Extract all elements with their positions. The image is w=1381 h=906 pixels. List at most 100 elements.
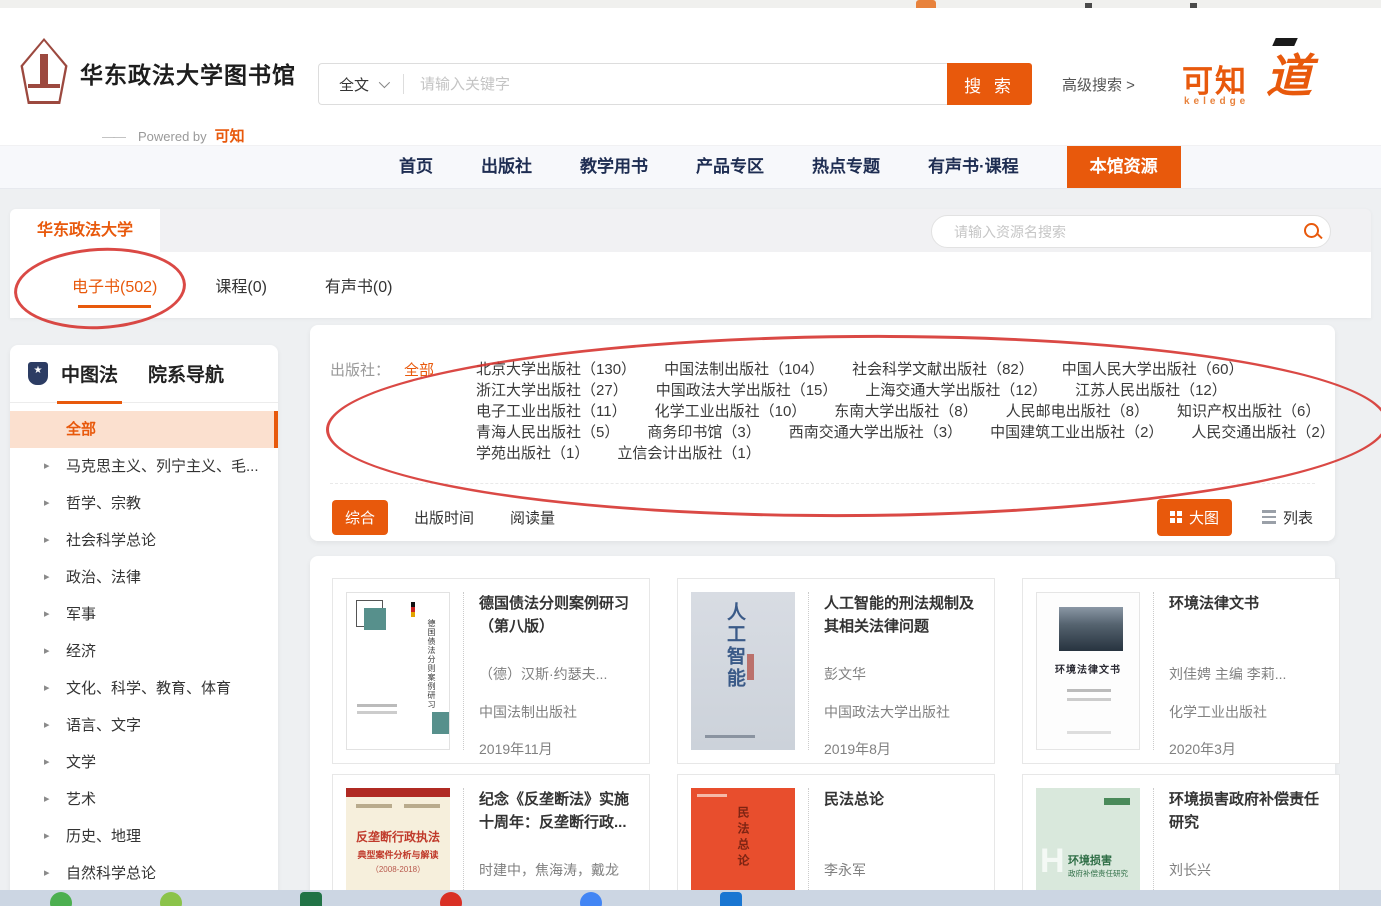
category-item-12[interactable]: ▸自然科学总论 — [10, 855, 278, 892]
publisher-link[interactable]: 立信会计出版社（1） — [617, 443, 760, 464]
publisher-link[interactable]: 中国法制出版社（104） — [664, 359, 824, 380]
search-scope-value: 全文 — [339, 74, 369, 95]
taskbar-app-icon[interactable] — [160, 892, 182, 906]
nav-item-2[interactable]: 教学用书 — [580, 146, 648, 188]
category-item-4[interactable]: ▸政治、法律 — [10, 559, 278, 596]
nav-item-4[interactable]: 热点专题 — [812, 146, 880, 188]
book-card-2[interactable]: 环境法律文书环境法律文书刘佳娉 主编 李莉...化学工业出版社2020年3月 — [1022, 578, 1340, 764]
arrow-right-icon: ▸ — [44, 596, 50, 633]
publisher-link[interactable]: 学苑出版社（1） — [476, 443, 589, 464]
category-item-8[interactable]: ▸语言、文字 — [10, 707, 278, 744]
advanced-search-link[interactable]: 高级搜索 > — [1062, 74, 1135, 95]
search-input[interactable] — [404, 76, 947, 93]
category-item-2[interactable]: ▸哲学、宗教 — [10, 485, 278, 522]
category-label: 马克思主义、列宁主义、毛... — [66, 458, 259, 475]
book-cover: 德国债法分则案例研习 — [346, 592, 450, 750]
book-date: 2019年11月 — [479, 739, 553, 759]
taskbar-app-icon[interactable] — [580, 892, 602, 906]
sidebar-tab-departments[interactable]: 院系导航 — [148, 360, 224, 387]
publisher-link[interactable]: 商务印书馆（3） — [647, 422, 760, 443]
taskbar-app-icon[interactable] — [720, 892, 742, 906]
nav-item-1[interactable]: 出版社 — [481, 146, 532, 188]
arrow-right-icon: ▸ — [44, 670, 50, 707]
book-title: 纪念《反垄断法》实施十周年：反垄断行政... — [479, 788, 636, 834]
browser-top-strip — [0, 0, 1381, 8]
publisher-link[interactable]: 上海交通大学出版社（12） — [865, 380, 1047, 401]
book-card-4[interactable]: 民法总论民法总论李永军 — [677, 774, 995, 906]
sort-option-0[interactable]: 综合 — [332, 500, 388, 535]
category-sidebar: 中图法 院系导航 全部▸马克思主义、列宁主义、毛...▸哲学、宗教▸社会科学总论… — [10, 345, 278, 906]
publisher-link[interactable]: 化学工业出版社（10） — [655, 401, 807, 422]
category-item-6[interactable]: ▸经济 — [10, 633, 278, 670]
category-label: 经济 — [66, 643, 96, 660]
category-label: 哲学、宗教 — [66, 495, 141, 512]
book-card-0[interactable]: 德国债法分则案例研习 德国债法分则案例研习（第八版）（德）汉斯·约瑟夫...中国法… — [332, 578, 650, 764]
nav-item-5[interactable]: 有声书·课程 — [928, 146, 1019, 188]
book-card-1[interactable]: 人工智能人工智能的刑法规制及其相关法律问题彭文华中国政法大学出版社2019年8月 — [677, 578, 995, 764]
sort-option-1[interactable]: 出版时间 — [414, 507, 474, 528]
arrow-right-icon: ▸ — [44, 818, 50, 855]
publisher-filter-all[interactable]: 全部 — [404, 359, 434, 380]
publisher-link[interactable]: 知识产权出版社（6） — [1177, 401, 1320, 422]
sidebar-tab-clc[interactable]: 中图法 — [61, 360, 118, 387]
category-item-11[interactable]: ▸历史、地理 — [10, 818, 278, 855]
publisher-link[interactable]: 北京大学出版社（130） — [476, 359, 636, 380]
cover-text: 环境法律文书 — [1037, 661, 1139, 676]
publisher-link[interactable]: 人民交通出版社（2） — [1191, 422, 1334, 443]
publisher-link[interactable]: 东南大学出版社（8） — [834, 401, 977, 422]
book-publisher: 中国法制出版社 — [479, 702, 577, 722]
resource-search-input[interactable] — [932, 224, 1300, 240]
category-item-9[interactable]: ▸文学 — [10, 744, 278, 781]
publisher-link[interactable]: 中国建筑工业出版社（2） — [990, 422, 1163, 443]
nav-item-3[interactable]: 产品专区 — [696, 146, 764, 188]
cover-text: 德国债法分则案例研习 — [426, 619, 437, 709]
sort-option-2[interactable]: 阅读量 — [510, 507, 555, 528]
powered-by-brand[interactable]: 可知 — [215, 128, 245, 145]
arrow-right-icon: ▸ — [44, 522, 50, 559]
keledge-logo[interactable]: 道 可知 keledge — [1182, 38, 1332, 120]
publisher-link[interactable]: 中国政法大学出版社（15） — [656, 380, 838, 401]
category-label: 文学 — [66, 754, 96, 771]
resource-tab-0[interactable]: 电子书(502) — [72, 273, 157, 297]
category-item-7[interactable]: ▸ 文化、科学、教育、体育 — [10, 670, 278, 707]
resource-tab-1[interactable]: 课程(0) — [215, 273, 267, 297]
nav-item-6[interactable]: 本馆资源 — [1067, 146, 1181, 188]
arrow-right-icon: ▸ — [44, 707, 50, 744]
category-item-0[interactable]: 全部 — [10, 411, 278, 448]
keledge-logo-text: 可知 — [1182, 56, 1248, 101]
search-scope-dropdown[interactable]: 全文 — [319, 74, 403, 95]
book-title: 德国债法分则案例研习（第八版） — [479, 592, 636, 638]
publisher-link[interactable]: 人民邮电出版社（8） — [1006, 401, 1149, 422]
divider — [330, 483, 1315, 484]
book-card-3[interactable]: 反垄断行政执法典型案件分析与解读（2008-2018）纪念《反垄断法》实施十周年… — [332, 774, 650, 906]
publisher-link[interactable]: 江苏人民出版社（12） — [1075, 380, 1227, 401]
view-list-button[interactable]: 列表 — [1262, 507, 1313, 528]
category-item-10[interactable]: ▸艺术 — [10, 781, 278, 818]
publisher-link[interactable]: 社会科学文献出版社（82） — [852, 359, 1034, 380]
book-card-5[interactable]: 环境损害政府补偿责任研究环境损害政府补偿责任研究刘长兴 — [1022, 774, 1340, 906]
nav-item-0[interactable]: 首页 — [399, 146, 433, 188]
publisher-link[interactable]: 青海人民出版社（5） — [476, 422, 619, 443]
taskbar-app-icon[interactable] — [300, 892, 322, 906]
resource-tab-2[interactable]: 有声书(0) — [325, 273, 393, 297]
category-label: 文化、科学、教育、体育 — [66, 680, 231, 697]
publisher-link[interactable]: 西南交通大学出版社（3） — [789, 422, 962, 443]
view-large-button[interactable]: 大图 — [1157, 499, 1232, 536]
taskbar-app-icon[interactable] — [50, 892, 72, 906]
org-tab[interactable]: 华东政法大学 — [10, 209, 160, 252]
publisher-link[interactable]: 中国人民大学出版社（60） — [1062, 359, 1244, 380]
publisher-link[interactable]: 浙江大学出版社（27） — [476, 380, 628, 401]
publisher-link[interactable]: 电子工业出版社（11） — [476, 401, 627, 422]
publisher-row-2: 电子工业出版社（11） 化学工业出版社（10） 东南大学出版社（8） 人民邮电出版社（… — [476, 401, 1335, 422]
book-info: 德国债法分则案例研习（第八版）（德）汉斯·约瑟夫...中国法制出版社2019年1… — [463, 592, 636, 750]
book-title: 环境法律文书 — [1169, 592, 1326, 615]
library-logo-icon[interactable] — [16, 38, 72, 104]
search-button[interactable]: 搜 索 — [947, 63, 1032, 105]
search-icon[interactable] — [1300, 222, 1330, 242]
taskbar-app-icon[interactable] — [440, 892, 462, 906]
grid-icon — [1170, 511, 1182, 523]
category-item-5[interactable]: ▸军事 — [10, 596, 278, 633]
category-item-1[interactable]: ▸马克思主义、列宁主义、毛... — [10, 448, 278, 485]
category-item-3[interactable]: ▸社会科学总论 — [10, 522, 278, 559]
main-nav: 首页 出版社 教学用书 产品专区 热点专题 有声书·课程 本馆资源 — [0, 145, 1381, 189]
